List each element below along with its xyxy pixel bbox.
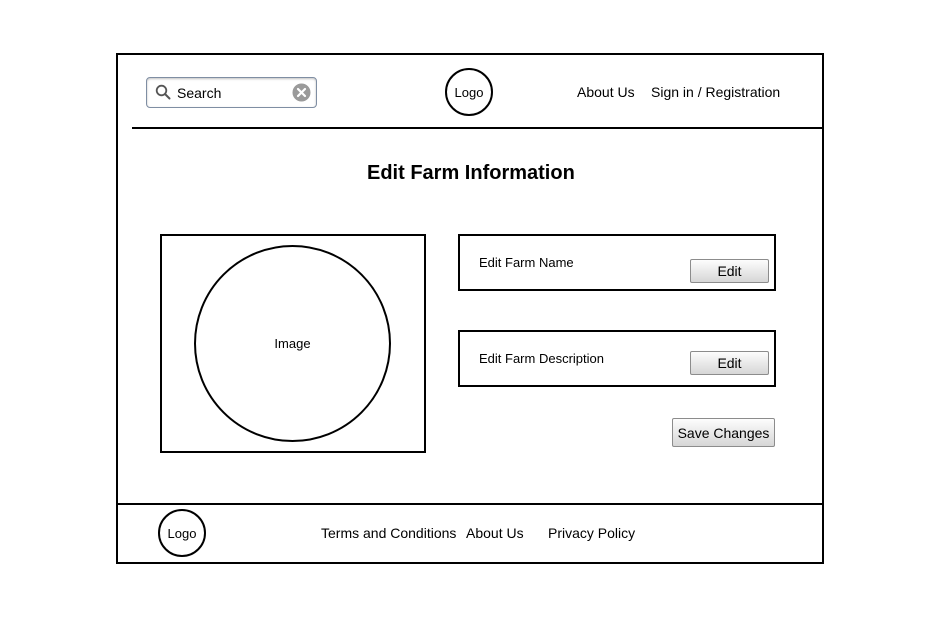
farm-description-label: Edit Farm Description [479,351,604,366]
farm-name-field: Edit Farm Name Edit [458,234,776,291]
page-title: Edit Farm Information [367,162,575,184]
farm-name-label: Edit Farm Name [479,255,574,270]
image-placeholder-label: Image [274,336,311,351]
search-box[interactable] [146,77,317,108]
image-panel[interactable]: Image [160,234,426,453]
footer-divider [116,503,822,505]
footer-about-us-link[interactable]: About Us [466,525,524,541]
footer-terms-link[interactable]: Terms and Conditions [321,525,456,541]
header-divider [132,127,822,129]
edit-farm-name-button[interactable]: Edit [690,259,769,283]
footer-logo[interactable]: Logo [158,509,206,557]
search-icon [155,84,171,100]
search-input[interactable] [177,83,287,103]
edit-farm-description-button[interactable]: Edit [690,351,769,375]
image-placeholder[interactable]: Image [194,245,391,442]
nav-about-us-link[interactable]: About Us [577,84,635,100]
farm-description-field: Edit Farm Description Edit [458,330,776,387]
save-changes-button[interactable]: Save Changes [672,418,775,447]
nav-signin-registration-link[interactable]: Sign in / Registration [651,84,780,100]
clear-search-icon[interactable] [292,83,311,102]
footer-privacy-policy-link[interactable]: Privacy Policy [548,525,635,541]
footer-logo-label: Logo [167,525,197,541]
header-logo[interactable]: Logo [445,68,493,116]
header-logo-label: Logo [454,84,484,100]
